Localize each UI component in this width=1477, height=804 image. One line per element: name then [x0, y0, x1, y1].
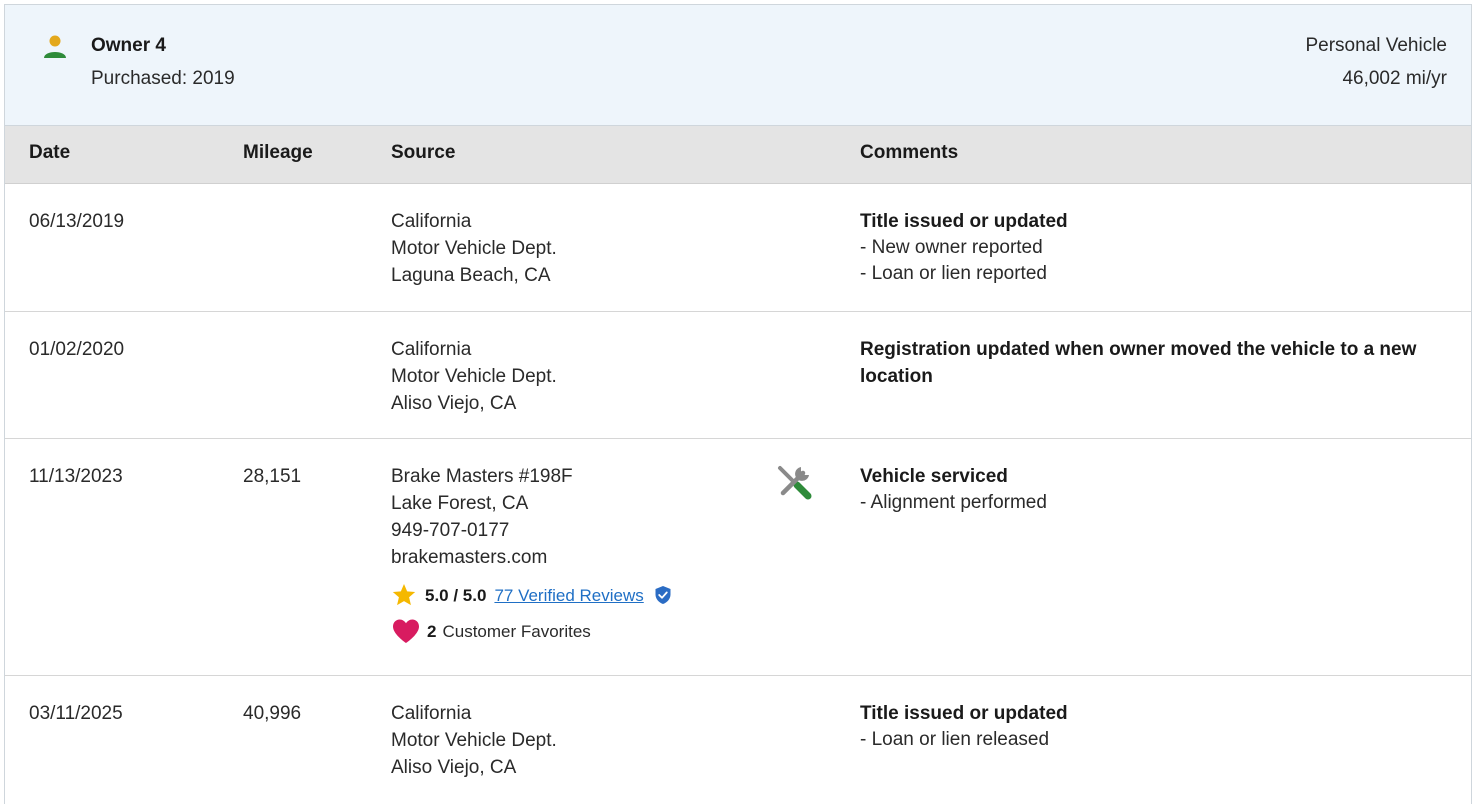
rating-row: 5.0 / 5.0 77 Verified Reviews: [391, 581, 672, 609]
shield-check-icon: [655, 586, 671, 604]
tools-icon: [778, 466, 812, 500]
table-row: 06/13/2019 California Motor Vehicle Dept…: [5, 184, 1471, 312]
row-mileage: 28,151: [243, 466, 302, 487]
source-line: California: [391, 211, 472, 232]
rating-score: 5.0 / 5.0: [425, 585, 487, 605]
source-line: California: [391, 339, 472, 360]
star-icon: [392, 583, 416, 606]
person-icon: [44, 35, 66, 58]
comment-detail: - Loan or lien reported: [860, 263, 1047, 284]
row-date: 01/02/2020: [29, 339, 125, 360]
row-comments: Title issued or updated - New owner repo…: [860, 208, 1450, 287]
row-comments: Vehicle serviced - Alignment performed: [860, 463, 1450, 516]
source-line: Motor Vehicle Dept.: [391, 366, 557, 387]
column-header-source: Source: [391, 142, 456, 163]
source-line: Laguna Beach, CA: [391, 265, 551, 286]
comment-detail: - New owner reported: [860, 237, 1043, 258]
favorites-label: Customer Favorites: [442, 621, 591, 641]
table-header: Date Mileage Source Comments: [5, 126, 1471, 184]
row-source: California Motor Vehicle Dept. Aliso Vie…: [391, 336, 557, 417]
row-comments: Registration updated when owner moved th…: [860, 336, 1450, 390]
owner-header: Owner 4 Purchased: 2019 Personal Vehicle…: [5, 5, 1471, 126]
column-header-date: Date: [29, 142, 71, 163]
source-line: California: [391, 703, 472, 724]
source-line: Motor Vehicle Dept.: [391, 238, 557, 259]
favorites-row: 2 Customer Favorites: [391, 617, 672, 645]
comment-title: Title issued or updated: [860, 211, 1068, 232]
row-mileage: 40,996: [243, 703, 302, 724]
row-source: Brake Masters #198F Lake Forest, CA 949-…: [391, 463, 672, 645]
source-line: 949-707-0177: [391, 520, 510, 541]
comment-detail: - Loan or lien released: [860, 729, 1050, 750]
comment-title: Vehicle serviced: [860, 466, 1008, 487]
usage-rate: 46,002 mi/yr: [1342, 68, 1447, 89]
comment-title: Registration updated when owner moved th…: [860, 339, 1417, 387]
row-source: California Motor Vehicle Dept. Laguna Be…: [391, 208, 557, 289]
column-header-mileage: Mileage: [243, 142, 313, 163]
comment-title: Title issued or updated: [860, 703, 1068, 724]
source-line: Brake Masters #198F: [391, 466, 573, 487]
table-row: 01/02/2020 California Motor Vehicle Dept…: [5, 312, 1471, 439]
table-row: 11/13/2023 28,151 Brake Masters #198F La…: [5, 439, 1471, 676]
source-line: Lake Forest, CA: [391, 493, 529, 514]
source-line: Motor Vehicle Dept.: [391, 730, 557, 751]
row-comments: Title issued or updated - Loan or lien r…: [860, 700, 1450, 753]
owner-purchased: Purchased: 2019: [91, 68, 235, 89]
row-date: 03/11/2025: [29, 703, 123, 724]
table-row: 03/11/2025 40,996 California Motor Vehic…: [5, 676, 1471, 804]
row-source: California Motor Vehicle Dept. Aliso Vie…: [391, 700, 557, 781]
source-line: Aliso Viejo, CA: [391, 393, 517, 414]
owner-history-card: Owner 4 Purchased: 2019 Personal Vehicle…: [4, 4, 1472, 804]
row-date: 11/13/2023: [29, 466, 123, 487]
column-header-comments: Comments: [860, 142, 959, 163]
verified-reviews-link[interactable]: 77 Verified Reviews: [494, 582, 643, 609]
vehicle-type: Personal Vehicle: [1305, 35, 1447, 56]
favorites-count: 2: [427, 621, 437, 641]
row-date: 06/13/2019: [29, 211, 125, 232]
source-line: Aliso Viejo, CA: [391, 757, 517, 778]
source-line: brakemasters.com: [391, 547, 548, 568]
heart-icon: [393, 619, 419, 643]
owner-name: Owner 4: [91, 35, 166, 56]
comment-detail: - Alignment performed: [860, 492, 1047, 513]
